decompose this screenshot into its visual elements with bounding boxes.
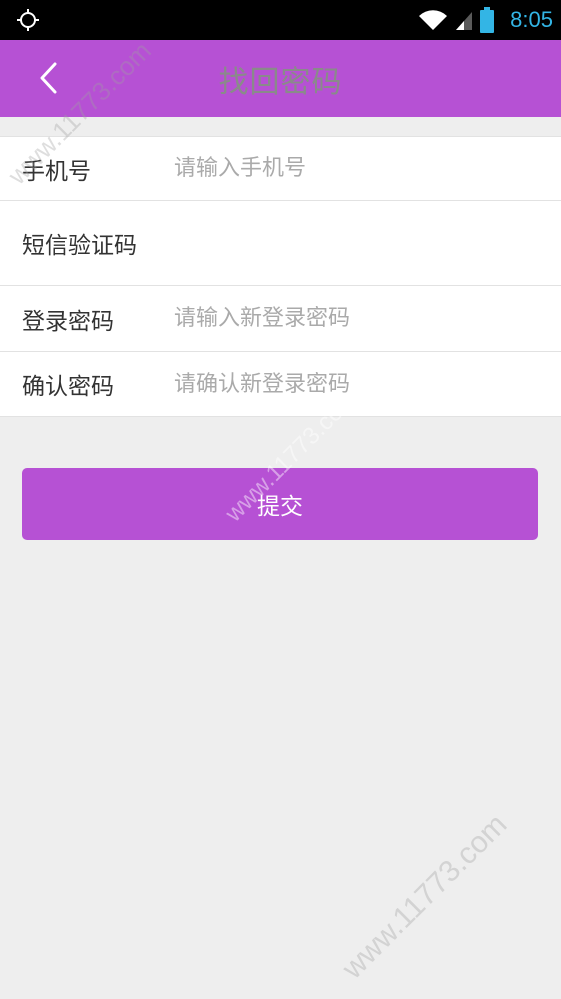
confirm-password-label: 确认密码 — [22, 374, 114, 400]
sms-code-label: 短信验证码 — [22, 233, 137, 259]
battery-icon — [480, 7, 495, 33]
sms-code-input[interactable] — [174, 230, 551, 256]
phone-input[interactable] — [174, 156, 551, 181]
watermark: www.11773.com — [335, 807, 514, 986]
sms-code-row: 短信验证码 — [0, 201, 561, 286]
signal-icon — [456, 12, 473, 30]
phone-label: 手机号 — [22, 158, 91, 185]
status-icons: 8:05 — [418, 0, 553, 40]
status-time: 8:05 — [510, 7, 553, 32]
page-title: 找回密码 — [218, 64, 343, 100]
new-password-label: 登录密码 — [22, 308, 114, 335]
phone-row: 手机号 — [0, 137, 561, 201]
confirm-password-row: 确认密码 — [0, 352, 561, 416]
confirm-password-input[interactable] — [174, 371, 551, 397]
chevron-left-icon — [40, 62, 57, 94]
wifi-icon — [419, 10, 448, 30]
header-bar: 找回密码 — [0, 40, 561, 117]
reset-password-form: 手机号 短信验证码 登录密码 确认密码 — [0, 136, 561, 417]
new-password-input[interactable] — [174, 306, 551, 331]
status-bar: 8:05 — [0, 0, 561, 40]
submit-button[interactable]: 提交 — [22, 468, 538, 540]
new-password-row: 登录密码 — [0, 286, 561, 352]
back-button[interactable] — [28, 58, 68, 98]
location-target-icon — [17, 9, 39, 31]
